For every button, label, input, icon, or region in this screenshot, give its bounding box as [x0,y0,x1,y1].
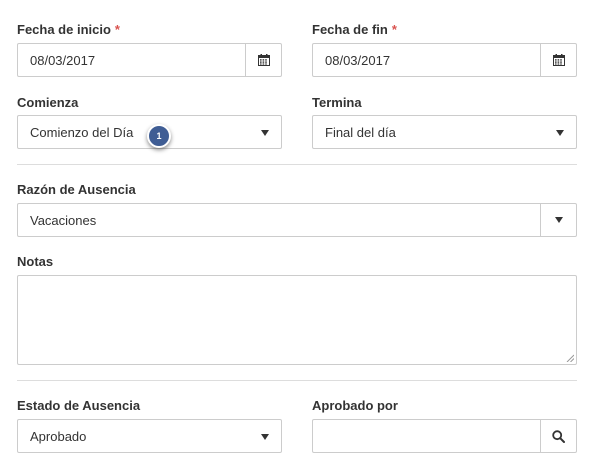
calendar-icon [552,54,565,66]
section-divider [17,380,577,381]
absence-reason-dropdown-toggle[interactable] [540,204,576,236]
chevron-down-icon [261,434,269,440]
end-date-input[interactable]: 08/03/2017 [325,53,390,68]
end-date-label: Fecha de fin * [312,22,397,37]
end-date-field[interactable]: 08/03/2017 [312,43,577,77]
approved-by-field[interactable] [312,419,577,453]
calendar-icon [257,54,270,66]
chevron-down-icon [556,130,564,136]
start-date-calendar-button[interactable] [245,44,281,76]
approved-by-label: Aprobado por [312,398,398,413]
ends-label: Termina [312,95,362,110]
search-icon [552,429,565,443]
notes-textarea[interactable] [17,275,577,365]
notes-label: Notas [17,254,54,269]
absence-status-select-value: Aprobado [30,429,87,444]
begins-label: Comienza [17,95,79,110]
ends-select-value: Final del día [325,125,396,140]
required-mark: * [391,22,397,37]
absence-reason-select[interactable]: Vacaciones [17,203,577,237]
end-date-calendar-button[interactable] [540,44,576,76]
chevron-down-icon [554,217,563,223]
absence-reason-label: Razón de Ausencia [17,182,136,197]
absence-status-label: Estado de Ausencia [17,398,141,413]
absence-reason-select-value: Vacaciones [30,213,97,228]
absence-status-select[interactable]: Aprobado [17,419,282,453]
required-mark: * [114,22,120,37]
start-date-input[interactable]: 08/03/2017 [30,53,95,68]
start-date-label-text: Fecha de inicio [17,22,111,37]
ends-select[interactable]: Final del día [312,115,577,149]
begins-select-value: Comienzo del Día [30,125,134,140]
chevron-down-icon [261,130,269,136]
section-divider [17,164,577,165]
start-date-field[interactable]: 08/03/2017 [17,43,282,77]
end-date-label-text: Fecha de fin [312,22,388,37]
step-marker-badge: 1 [147,124,171,148]
resize-handle-icon[interactable] [566,354,574,362]
start-date-label: Fecha de inicio * [17,22,120,37]
approved-by-search-button[interactable] [540,420,576,452]
